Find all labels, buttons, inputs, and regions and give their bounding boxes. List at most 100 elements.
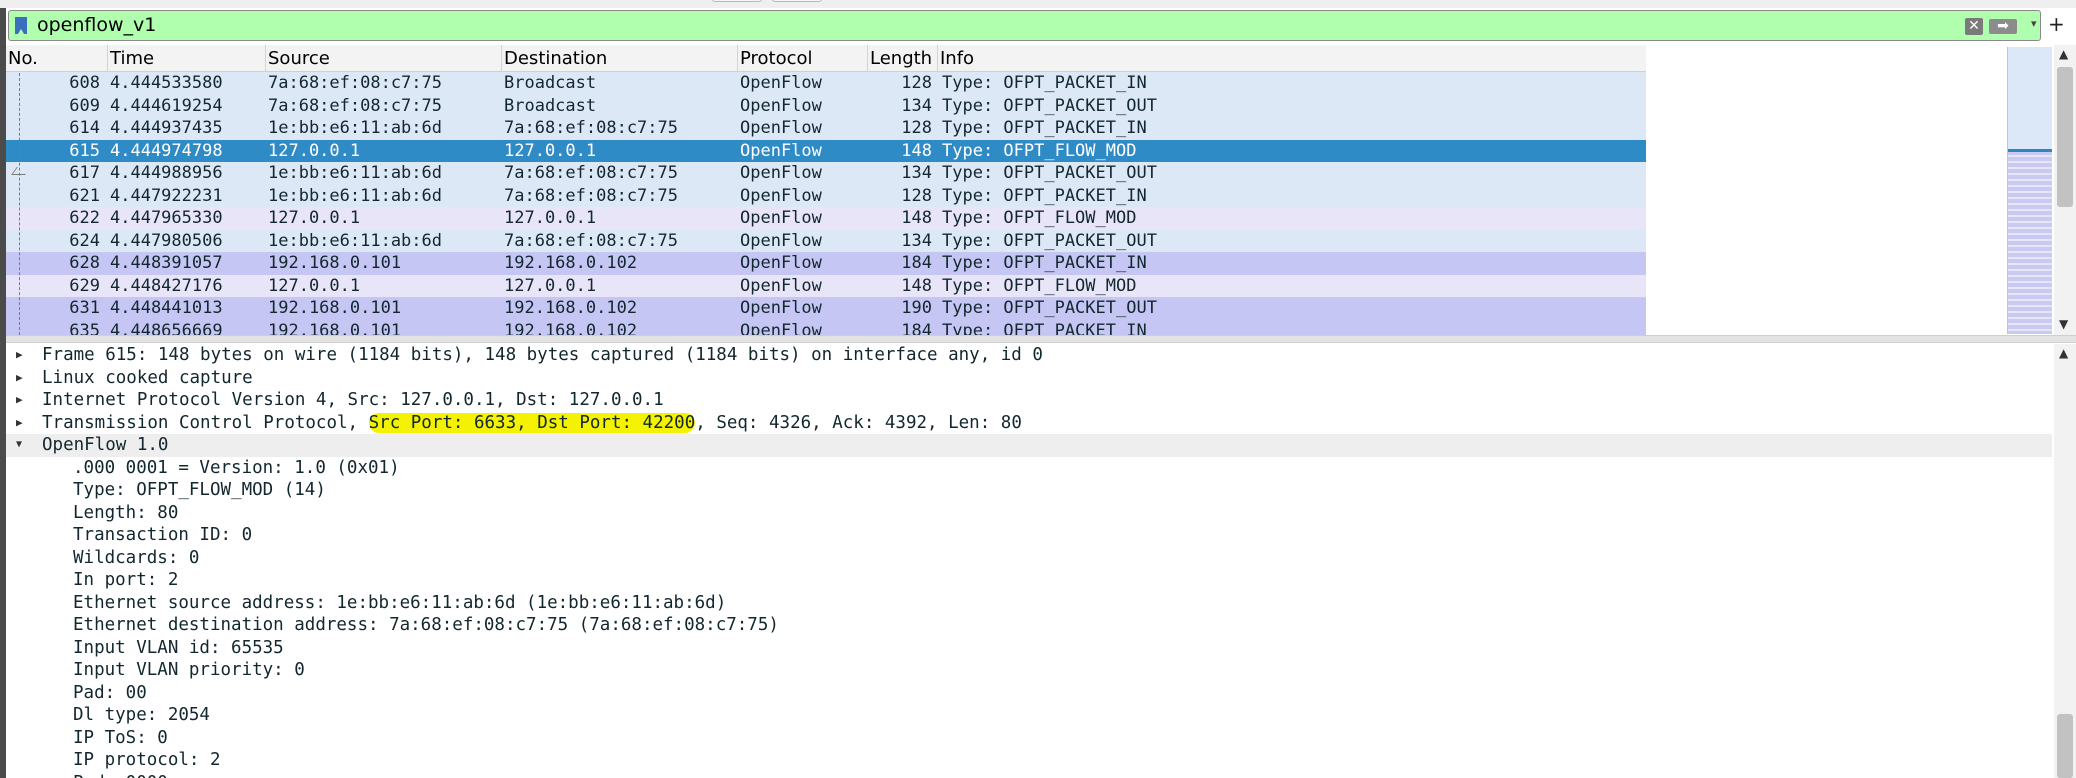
minimap-band	[2008, 197, 2052, 199]
scroll-up-icon[interactable]: ▲	[2059, 346, 2068, 360]
packet-cell-protocol: OpenFlow	[740, 208, 822, 228]
packet-list[interactable]: No. Time Source Destination Protocol Len…	[6, 45, 2052, 335]
scroll-thumb[interactable]	[2057, 714, 2073, 778]
packet-row-selected[interactable]: 615 4.444974798 127.0.0.1 127.0.0.1 OpenFlow…	[6, 139, 1646, 162]
detail-tree-field[interactable]: Length: 80	[6, 502, 2052, 525]
packet-cell-source: 192.168.0.101	[268, 320, 402, 336]
minimap-band	[2008, 209, 2052, 211]
packet-row[interactable]: 628 4.448391057 192.168.0.101 192.168.0.102…	[6, 252, 1646, 275]
packet-cell-protocol: OpenFlow	[740, 95, 822, 116]
toolbar-button[interactable]	[712, 0, 762, 2]
chevron-down-icon[interactable]: ▾	[2031, 17, 2041, 30]
packet-row[interactable]: 614 4.444937435 1e:bb:e6:11:ab:6d 7a:68:ef:…	[6, 117, 1646, 140]
highlighted-ports: Src Port: 6633, Dst Port: 42200	[368, 412, 696, 433]
bookmark-icon[interactable]	[15, 17, 27, 34]
detail-tree-field[interactable]: Wildcards: 0	[6, 547, 2052, 570]
minimap-band	[2008, 221, 2052, 223]
detail-tree-field[interactable]: In port: 2	[6, 569, 2052, 592]
clear-icon[interactable]: ✕	[1965, 18, 1983, 35]
detail-tree-field[interactable]: .000 0001 = Version: 1.0 (0x01)	[6, 457, 2052, 480]
minimap-band	[2008, 281, 2052, 283]
packet-cell-length: 128	[901, 73, 932, 93]
expand-down-icon[interactable]: ▼	[16, 434, 28, 456]
expand-right-icon[interactable]: ▶	[16, 344, 28, 366]
detail-tree-field[interactable]: Type: OFPT_FLOW_MOD (14)	[6, 479, 2052, 502]
packet-cell-time: 4.444937435	[110, 118, 223, 138]
packet-cell-length: 148	[901, 208, 932, 228]
detail-tree-field[interactable]: IP ToS: 0	[6, 727, 2052, 750]
packet-row[interactable]: 609 4.444619254 7a:68:ef:08:c7:75 Broadcast…	[6, 94, 1646, 117]
column-header-no[interactable]: No.	[6, 45, 108, 72]
packet-cell-protocol: OpenFlow	[740, 163, 822, 183]
packet-row[interactable]: 624 4.447980506 1e:bb:e6:11:ab:6d 7a:68:ef:…	[6, 229, 1646, 252]
packet-row[interactable]: 621 4.447922231 1e:bb:e6:11:ab:6d 7a:68:ef:…	[6, 184, 1646, 207]
packet-cell-length: 148	[901, 140, 932, 161]
scroll-up-icon[interactable]: ▲	[2059, 47, 2068, 61]
packet-row[interactable]: 631 4.448441013 192.168.0.101 192.168.0.102…	[6, 297, 1646, 320]
packet-cell-protocol: OpenFlow	[740, 230, 822, 251]
detail-tree-field[interactable]: Ethernet source address: 1e:bb:e6:11:ab:…	[6, 592, 2052, 615]
packet-cell-info: Type: OFPT_PACKET_OUT	[942, 230, 1157, 251]
column-header-source[interactable]: Source	[266, 45, 502, 72]
minimap-band	[2008, 191, 2052, 193]
expand-right-icon[interactable]: ▶	[16, 412, 28, 434]
details-scrollbar[interactable]: ▲	[2054, 344, 2076, 778]
display-filter-bar[interactable]: openflow_v1 ✕ ➡ ▾	[8, 10, 2041, 41]
toolbar-button[interactable]	[772, 0, 822, 2]
packet-cell-destination: 192.168.0.102	[504, 298, 638, 318]
packet-cell-source: 7a:68:ef:08:c7:75	[268, 73, 442, 93]
column-header-length[interactable]: Length	[868, 45, 938, 72]
scroll-down-icon[interactable]: ▼	[2059, 317, 2068, 331]
packet-cell-source: 1e:bb:e6:11:ab:6d	[268, 118, 442, 138]
packet-row[interactable]: 629 4.448427176 127.0.0.1 127.0.0.1 OpenFlow…	[6, 274, 1646, 297]
column-header-info[interactable]: Info	[938, 45, 1646, 72]
expand-right-icon[interactable]: ▶	[16, 389, 28, 411]
packet-row[interactable]: 635 4.448656669 192.168.0.101 192.168.0.102…	[6, 319, 1646, 336]
packet-cell-info: Type: OFPT_PACKET_OUT	[942, 163, 1157, 183]
detail-text: Internet Protocol Version 4, Src: 127.0.…	[42, 390, 664, 410]
detail-tree-field[interactable]: IP protocol: 2	[6, 749, 2052, 772]
expand-right-icon[interactable]: ▶	[16, 367, 28, 389]
packet-cell-destination: Broadcast	[504, 73, 597, 93]
packet-row[interactable]: 608 4.444533580 7a:68:ef:08:c7:75 Broadcast…	[6, 72, 1646, 95]
detail-text: Transmission Control Protocol, Src Port:…	[42, 412, 1022, 434]
detail-tree-field[interactable]: Input VLAN priority: 0	[6, 659, 2052, 682]
add-filter-button[interactable]: +	[2048, 12, 2065, 36]
column-header-destination[interactable]: Destination	[502, 45, 738, 72]
detail-text: IP ToS: 0	[73, 727, 168, 748]
detail-tree-field[interactable]: Input VLAN id: 65535	[6, 637, 2052, 660]
column-header-protocol[interactable]: Protocol	[738, 45, 868, 72]
packet-cell-no: 608	[69, 73, 100, 93]
detail-text: Pad: 00	[73, 682, 147, 703]
packet-minimap[interactable]	[2007, 47, 2052, 334]
minimap-band	[2008, 329, 2052, 331]
detail-tree-field[interactable]: Ethernet destination address: 7a:68:ef:0…	[6, 614, 2052, 637]
scroll-thumb[interactable]	[2057, 67, 2073, 207]
detail-tree-node[interactable]: ▶ Internet Protocol Version 4, Src: 127.0…	[6, 389, 2052, 412]
detail-tree-node[interactable]: ▶ Frame 615: 148 bytes on wire (1184 bits…	[6, 344, 2052, 367]
packet-list-header: No. Time Source Destination Protocol Len…	[6, 45, 1646, 72]
packet-list-scrollbar[interactable]: ▲ ▼	[2054, 45, 2076, 335]
detail-tree-field[interactable]: Pad: 0000	[6, 772, 2052, 778]
packet-cell-info: Type: OFPT_PACKET_IN	[942, 185, 1147, 206]
arrow-right-icon[interactable]: ➡	[1989, 19, 2017, 34]
packet-row[interactable]: 622 4.447965330 127.0.0.1 127.0.0.1 OpenFlow…	[6, 207, 1646, 230]
packet-details-pane[interactable]: ▶ Frame 615: 148 bytes on wire (1184 bits…	[6, 344, 2052, 778]
minimap-band	[2008, 251, 2052, 253]
detail-tree-node[interactable]: ▶ Transmission Control Protocol, Src Port…	[6, 412, 2052, 435]
detail-text: .000 0001 = Version: 1.0 (0x01)	[73, 457, 400, 478]
detail-tree-field[interactable]: Pad: 00	[6, 682, 2052, 705]
packet-row[interactable]: 617 4.444988956 1e:bb:e6:11:ab:6d 7a:68:ef:…	[6, 162, 1646, 185]
pane-splitter[interactable]	[6, 335, 2076, 343]
detail-tree-field[interactable]: Transaction ID: 0	[6, 524, 2052, 547]
detail-tree-node[interactable]: ▼ OpenFlow 1.0	[6, 434, 2052, 457]
detail-text: Ethernet source address: 1e:bb:e6:11:ab:…	[73, 592, 727, 613]
detail-tree-field[interactable]: Dl type: 2054	[6, 704, 2052, 727]
packet-cell-no: 622	[69, 208, 100, 228]
packet-cell-protocol: OpenFlow	[740, 320, 822, 336]
column-header-time[interactable]: Time	[108, 45, 266, 72]
packet-cell-no: 628	[69, 253, 100, 273]
display-filter-input[interactable]: openflow_v1	[37, 14, 156, 36]
detail-tree-node[interactable]: ▶ Linux cooked capture	[6, 367, 2052, 390]
packet-cell-info: Type: OFPT_PACKET_IN	[942, 73, 1147, 93]
